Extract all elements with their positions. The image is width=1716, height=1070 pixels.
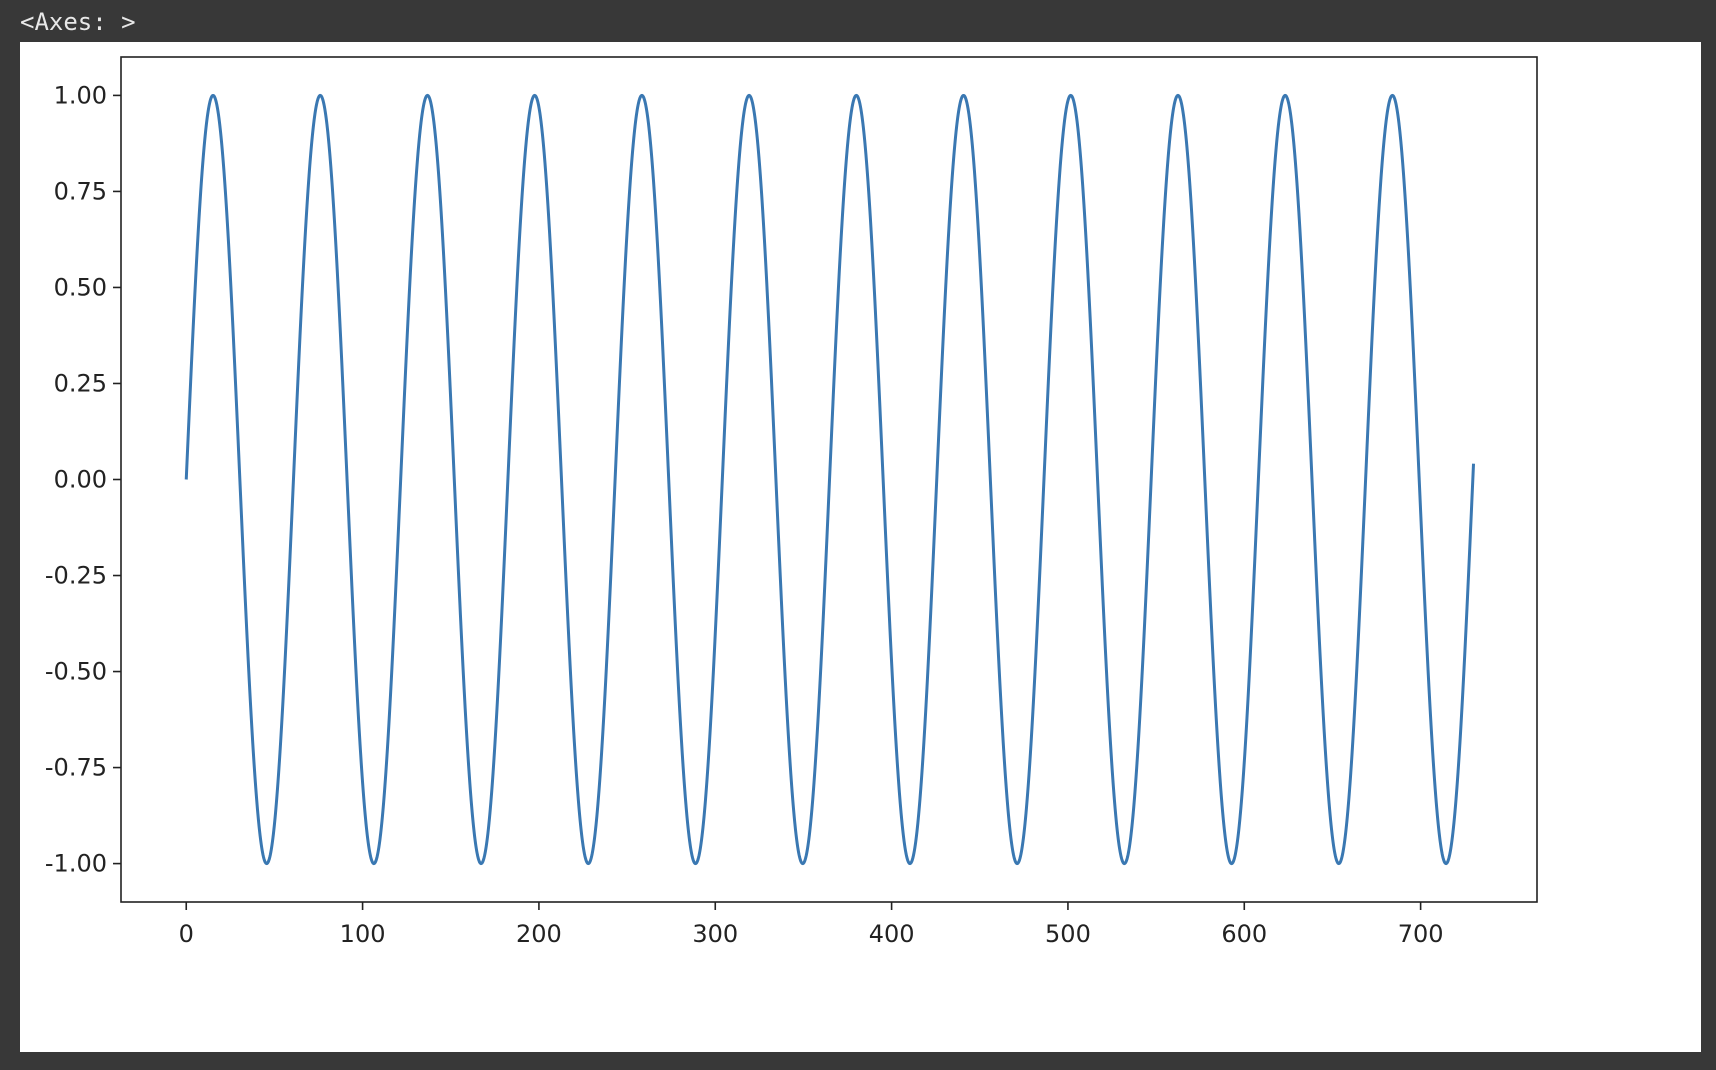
x-tick-label: 400 [869,920,915,948]
x-tick-label: 0 [179,920,194,948]
figure-canvas: 1.00 0.75 0.50 0.25 0.00 -0.25 -0.50 -0.75 -1.00… [20,42,1701,1052]
line-chart: 1.00 0.75 0.50 0.25 0.00 -0.25 -0.50 -0.75 -1.00… [45,56,1538,948]
y-tick-label: 1.00 [54,81,107,109]
x-tick-label: 200 [516,920,562,948]
y-tick-label: -0.25 [45,562,107,590]
y-tick-label: -1.00 [45,850,107,878]
x-tick-label: 700 [1398,920,1444,948]
y-axis-ticks: 1.00 0.75 0.50 0.25 0.00 -0.25 -0.50 -0.75 -1.00 [45,81,121,878]
x-tick-label: 500 [1045,920,1091,948]
y-tick-label: -0.50 [45,658,107,686]
y-tick-label: 0.50 [54,273,107,301]
y-tick-label: 0.00 [54,466,107,494]
y-tick-label: 0.25 [54,369,107,397]
output-repr-text: <Axes: > [20,8,136,36]
sine-series-line [184,93,1476,866]
x-tick-label: 300 [692,920,738,948]
x-tick-label: 600 [1221,920,1267,948]
x-tick-label: 100 [340,920,386,948]
y-tick-label: 0.75 [54,177,107,205]
y-tick-label: -0.75 [45,754,107,782]
x-axis-ticks: 0 100 200 300 400 500 600 700 [179,902,1444,948]
